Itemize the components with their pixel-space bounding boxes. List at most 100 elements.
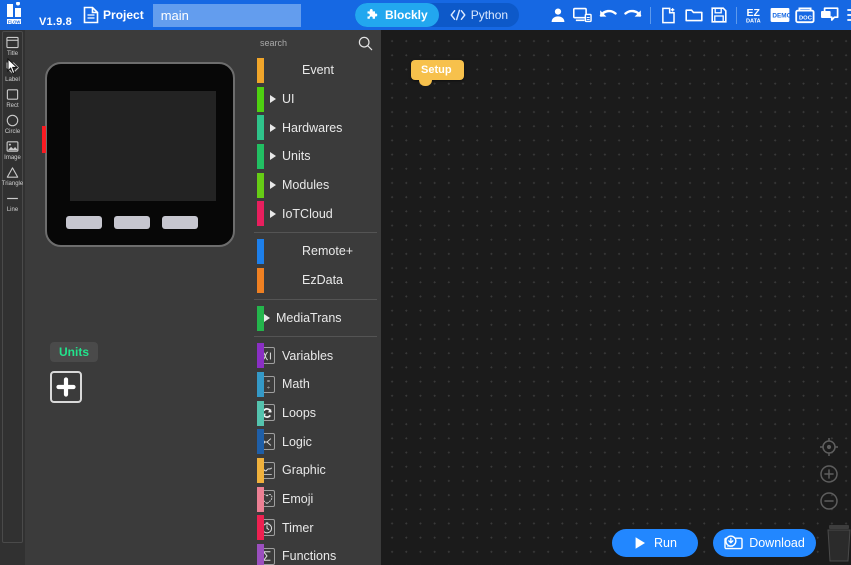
device-screen-canvas[interactable] — [70, 91, 216, 201]
category-variables[interactable]: Variables — [250, 341, 381, 370]
category-mediatrans[interactable]: MediaTrans — [250, 304, 381, 333]
run-button[interactable]: Run — [612, 529, 698, 557]
category-color-bar — [257, 305, 264, 331]
category-color-bar — [257, 371, 264, 397]
hamburger-menu-icon[interactable] — [842, 0, 851, 30]
category-units-label: Units — [282, 149, 311, 164]
add-unit-button[interactable] — [50, 371, 82, 403]
category-logic[interactable]: Logic — [250, 427, 381, 456]
trash-can-icon[interactable] — [825, 523, 851, 565]
svg-text:DOC: DOC — [799, 15, 813, 21]
plus-icon — [56, 377, 76, 397]
toolbar-divider-2 — [736, 6, 737, 24]
device-button-c[interactable] — [162, 216, 198, 229]
setup-block-notch — [419, 80, 432, 86]
category-loops[interactable]: Loops — [250, 399, 381, 428]
open-folder-icon[interactable] — [681, 0, 706, 30]
blockly-workspace-canvas[interactable]: Setup Run Download — [381, 30, 851, 565]
demo-icon[interactable]: DEMO — [767, 0, 792, 30]
chevron-right-icon — [270, 152, 276, 161]
chat-comment-icon[interactable] — [817, 0, 842, 30]
category-graphic[interactable]: Graphic — [250, 456, 381, 485]
magnifier-icon[interactable] — [358, 36, 373, 51]
rail-item-rect[interactable]: Rect — [2, 87, 23, 110]
download-button-label: Download — [749, 536, 805, 550]
ezdata-icon[interactable]: EZ DATA — [742, 0, 767, 30]
device-connect-icon[interactable] — [570, 0, 595, 30]
m5stack-device-mockup[interactable] — [42, 62, 235, 247]
category-color-bar — [257, 343, 264, 369]
category-hardwares-label: Hardwares — [282, 120, 343, 135]
doc-icon[interactable]: DOC — [792, 0, 817, 30]
file-document-icon — [83, 6, 99, 24]
category-search-row[interactable]: search — [250, 30, 381, 56]
chevron-right-icon — [270, 123, 276, 132]
project-button-label: Project — [103, 8, 144, 22]
category-color-bar — [257, 239, 264, 265]
chevron-right-icon — [270, 181, 276, 190]
category-group-2: Remote+ EzData — [250, 237, 381, 294]
rail-label-image: Image — [4, 155, 21, 161]
ui-element-toolbar: Title Label Rect Circle Image Triangle L… — [0, 30, 25, 565]
rail-item-circle[interactable]: Circle — [2, 113, 23, 136]
svg-text:EZ: EZ — [746, 7, 760, 19]
category-modules[interactable]: Modules — [250, 171, 381, 200]
title-box-icon — [5, 35, 20, 50]
category-color-bar — [257, 486, 264, 512]
device-button-b[interactable] — [114, 216, 150, 229]
label-tag-icon — [5, 61, 20, 76]
category-graphic-label: Graphic — [282, 463, 326, 478]
rail-label-line: Line — [6, 207, 19, 213]
line-icon — [5, 191, 20, 206]
rail-item-label[interactable]: Label — [2, 61, 23, 84]
undo-arrow-icon[interactable] — [595, 0, 620, 30]
ui-element-toolbar-list: Title Label Rect Circle Image Triangle L… — [2, 31, 23, 543]
project-name-input[interactable] — [152, 3, 301, 27]
chevron-right-icon — [264, 313, 270, 322]
redo-arrow-icon[interactable] — [620, 0, 645, 30]
project-button[interactable]: Project — [83, 6, 144, 24]
tab-python-label: Python — [470, 8, 509, 22]
category-math[interactable]: + = × ÷ Math — [250, 370, 381, 399]
tab-blockly[interactable]: Blockly — [355, 3, 439, 27]
category-ezdata[interactable]: EzData — [250, 266, 381, 295]
rail-item-line[interactable]: Line — [2, 191, 23, 214]
category-timer[interactable]: Timer — [250, 513, 381, 542]
category-units[interactable]: Units — [250, 142, 381, 171]
save-floppy-icon[interactable] — [706, 0, 731, 30]
category-ezdata-label: EzData — [302, 273, 343, 288]
workspace-zoom-controls — [818, 436, 839, 511]
category-color-bar — [257, 400, 264, 426]
category-group-1: Event UI Hardwares Units Modules IoTClou… — [250, 56, 381, 228]
rail-item-image[interactable]: Image — [2, 139, 23, 162]
category-emoji-label: Emoji — [282, 491, 314, 506]
blockly-category-panel: search Event UI Hardwares Units Modules … — [250, 30, 381, 565]
setup-block[interactable]: Setup — [411, 60, 464, 80]
category-iotcloud[interactable]: IoTCloud — [250, 199, 381, 228]
center-target-icon[interactable] — [818, 436, 839, 457]
device-led-indicator — [42, 126, 46, 153]
category-logic-label: Logic — [282, 434, 312, 449]
category-remote-plus[interactable]: Remote+ — [250, 237, 381, 266]
device-preview-pane: Units — [25, 30, 250, 565]
category-event[interactable]: Event — [250, 56, 381, 85]
category-functions[interactable]: Functions — [250, 542, 381, 565]
code-brackets-icon — [450, 9, 466, 21]
download-button[interactable]: Download — [713, 529, 816, 557]
category-modules-label: Modules — [282, 178, 330, 193]
svg-text:DATA: DATA — [746, 19, 761, 25]
account-user-icon[interactable] — [545, 0, 570, 30]
uiflow-logo[interactable]: FLOW V1.9.8 — [6, 2, 72, 28]
category-color-bar — [257, 172, 264, 198]
category-ui[interactable]: UI — [250, 85, 381, 114]
zoom-in-icon[interactable] — [818, 463, 839, 484]
puzzle-piece-icon — [367, 9, 378, 19]
tab-python[interactable]: Python — [439, 3, 519, 27]
category-hardwares[interactable]: Hardwares — [250, 113, 381, 142]
new-file-icon[interactable] — [656, 0, 681, 30]
rail-item-title[interactable]: Title — [2, 35, 23, 58]
rail-item-triangle[interactable]: Triangle — [2, 165, 23, 188]
category-emoji[interactable]: Emoji — [250, 485, 381, 514]
zoom-out-icon[interactable] — [818, 490, 839, 511]
device-button-a[interactable] — [66, 216, 102, 229]
